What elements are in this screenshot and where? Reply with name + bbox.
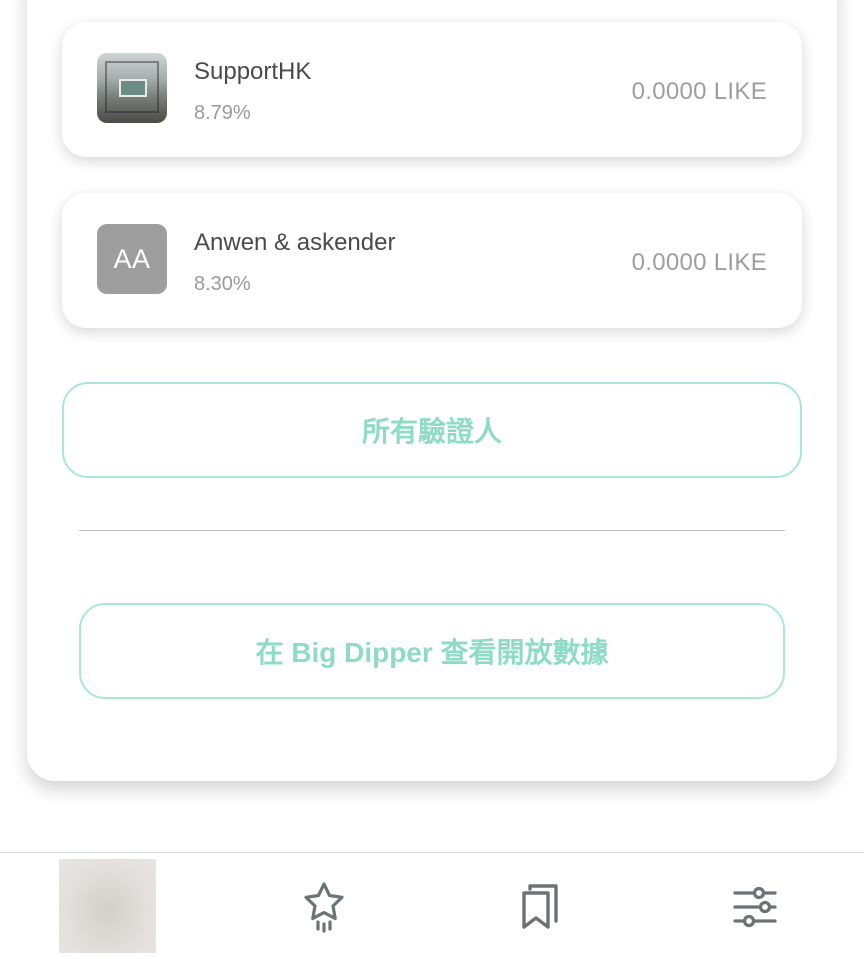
validator-percentage: 8.79% — [194, 102, 251, 124]
bottom-navigation — [0, 852, 864, 959]
sliders-icon[interactable] — [731, 881, 779, 933]
validator-card-supporthk[interactable]: SupportHK 8.79% 0.0000 LIKE — [62, 22, 802, 157]
validator-name: SupportHK — [194, 58, 312, 85]
bookmarks-icon[interactable] — [516, 881, 564, 933]
nav-thumbnail[interactable] — [59, 859, 156, 953]
star-sparkle-icon[interactable] — [300, 881, 348, 933]
view-on-big-dipper-button[interactable]: 在 Big Dipper 查看開放數據 — [79, 603, 785, 699]
validator-card-anwen[interactable]: AA Anwen & askender 8.30% 0.0000 LIKE — [62, 193, 802, 328]
all-validators-button[interactable]: 所有驗證人 — [62, 382, 802, 478]
validator-amount: 0.0000 LIKE — [631, 249, 767, 276]
validator-avatar-photo — [97, 53, 167, 123]
validator-percentage: 8.30% — [194, 273, 251, 295]
validator-name: Anwen & askender — [194, 229, 396, 256]
validator-amount: 0.0000 LIKE — [631, 78, 767, 105]
divider — [79, 530, 785, 531]
validator-avatar-initials: AA — [97, 224, 167, 294]
